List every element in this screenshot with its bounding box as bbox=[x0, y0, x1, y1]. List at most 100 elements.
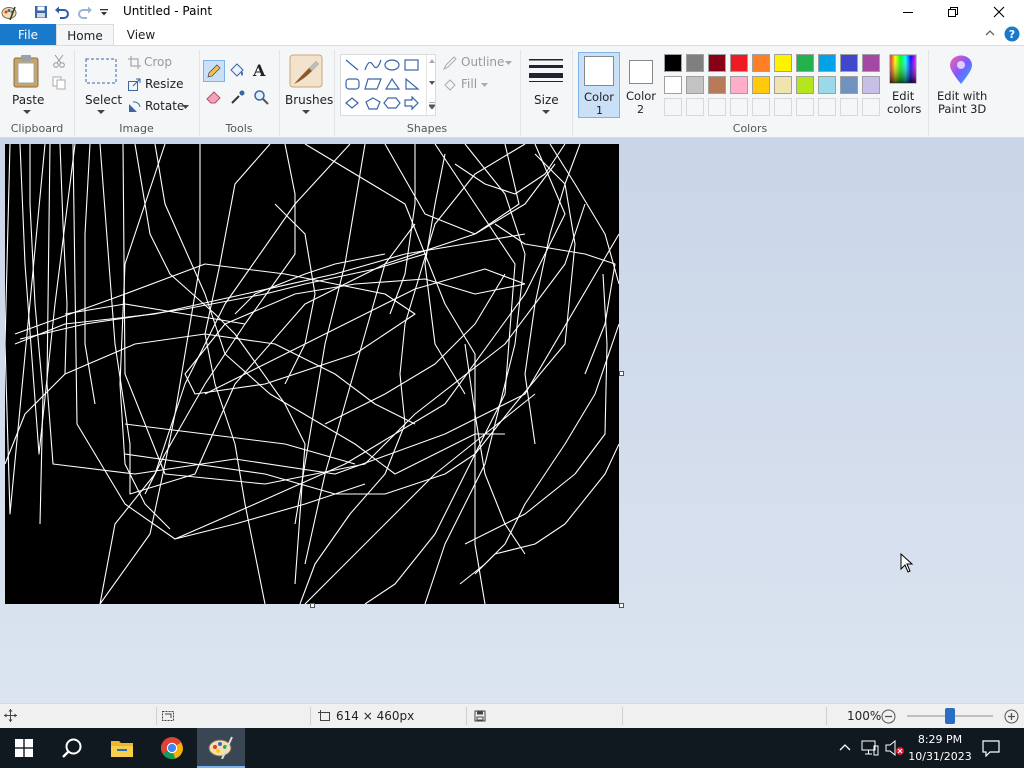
palette-swatch-empty[interactable] bbox=[752, 98, 770, 116]
palette-swatch[interactable] bbox=[796, 54, 814, 72]
drawing-canvas[interactable] bbox=[5, 144, 619, 604]
file-explorer-icon[interactable] bbox=[98, 728, 146, 768]
paste-label: Paste bbox=[12, 93, 45, 107]
palette-swatch[interactable] bbox=[774, 76, 792, 94]
palette-swatch[interactable] bbox=[862, 54, 880, 72]
show-hidden-icons-icon[interactable] bbox=[838, 741, 852, 755]
palette-swatch[interactable] bbox=[818, 76, 836, 94]
save-icon[interactable] bbox=[32, 3, 50, 21]
collapse-ribbon-icon[interactable] bbox=[984, 27, 996, 42]
palette-swatch-empty[interactable] bbox=[708, 98, 726, 116]
palette-swatch-empty[interactable] bbox=[818, 98, 836, 116]
select-button[interactable]: Select bbox=[82, 50, 123, 118]
size-button[interactable]: Size bbox=[525, 50, 567, 118]
customize-dropdown-icon[interactable] bbox=[95, 3, 113, 21]
palette-swatch[interactable] bbox=[686, 76, 704, 94]
restore-icon[interactable] bbox=[930, 0, 976, 24]
color2-button[interactable]: Color 2 bbox=[622, 52, 660, 118]
palette-swatch-empty[interactable] bbox=[796, 98, 814, 116]
resize-handle-right[interactable] bbox=[619, 371, 624, 376]
palette-swatch[interactable] bbox=[774, 54, 792, 72]
palette-swatch[interactable] bbox=[818, 54, 836, 72]
eraser-icon[interactable] bbox=[206, 90, 222, 107]
color2-swatch bbox=[629, 60, 653, 84]
search-icon[interactable] bbox=[48, 728, 96, 768]
palette-swatch-empty[interactable] bbox=[774, 98, 792, 116]
shapes-gallery[interactable] bbox=[340, 54, 436, 116]
rotate-button[interactable]: Rotate bbox=[128, 99, 190, 115]
tab-home[interactable]: Home bbox=[56, 24, 114, 46]
palette-swatch[interactable] bbox=[862, 76, 880, 94]
resize-button[interactable]: Resize bbox=[128, 77, 188, 93]
edit-with-paint3d-button[interactable]: Edit with Paint 3D bbox=[932, 50, 990, 118]
color-picker-icon[interactable] bbox=[230, 89, 246, 108]
fill-button[interactable]: Fill bbox=[443, 77, 493, 93]
paste-button[interactable]: Paste bbox=[6, 50, 48, 118]
pencil-tool[interactable] bbox=[203, 60, 225, 82]
clock-date: 10/31/2023 bbox=[908, 750, 972, 763]
ribbon-tabs: File Home View ? bbox=[0, 24, 1024, 46]
color1-button[interactable]: Color 1 bbox=[578, 52, 620, 118]
resize-handle-bottom[interactable] bbox=[310, 603, 315, 608]
selection-size-icon bbox=[161, 710, 175, 725]
palette-swatch-empty[interactable] bbox=[686, 98, 704, 116]
cut-icon[interactable] bbox=[52, 54, 66, 71]
palette-swatch[interactable] bbox=[730, 54, 748, 72]
text-tool-icon[interactable]: A bbox=[253, 61, 265, 80]
palette-swatch[interactable] bbox=[708, 76, 726, 94]
zoom-in-icon[interactable] bbox=[1004, 709, 1019, 727]
palette-swatch[interactable] bbox=[840, 76, 858, 94]
edit-colors-button[interactable]: Edit colors bbox=[884, 50, 922, 118]
palette-swatch-empty[interactable] bbox=[862, 98, 880, 116]
copy-icon[interactable] bbox=[52, 76, 66, 93]
brushes-button[interactable]: Brushes bbox=[283, 50, 333, 118]
palette-swatch[interactable] bbox=[686, 54, 704, 72]
palette-swatch-empty[interactable] bbox=[730, 98, 748, 116]
color2-label-line1: Color bbox=[626, 89, 657, 103]
palette-swatch[interactable] bbox=[752, 76, 770, 94]
resize-label: Resize bbox=[145, 77, 184, 91]
redo-icon[interactable] bbox=[76, 3, 94, 21]
resize-handle-corner[interactable] bbox=[619, 603, 624, 608]
zoom-slider-thumb[interactable] bbox=[945, 708, 955, 724]
outline-button[interactable]: Outline bbox=[443, 55, 515, 71]
color1-label-line2: 1 bbox=[596, 104, 603, 117]
palette-swatch[interactable] bbox=[796, 76, 814, 94]
chrome-icon[interactable] bbox=[148, 728, 196, 768]
palette-swatch[interactable] bbox=[752, 54, 770, 72]
color2-label-line2: 2 bbox=[637, 103, 644, 116]
palette-swatch[interactable] bbox=[664, 54, 682, 72]
magnifier-icon[interactable] bbox=[253, 89, 269, 108]
palette-swatch-empty[interactable] bbox=[840, 98, 858, 116]
notifications-icon[interactable] bbox=[982, 739, 1000, 760]
start-icon[interactable] bbox=[0, 728, 48, 768]
zoom-out-icon[interactable] bbox=[881, 709, 896, 727]
palette-swatch[interactable] bbox=[840, 54, 858, 72]
palette-swatch-empty[interactable] bbox=[664, 98, 682, 116]
color1-swatch bbox=[584, 56, 614, 86]
colors-group-label: Colors bbox=[732, 122, 768, 135]
paint-icon[interactable] bbox=[197, 728, 245, 768]
network-icon[interactable] bbox=[861, 740, 879, 759]
shapes-group-label: Shapes bbox=[406, 122, 448, 135]
crop-button[interactable]: Crop bbox=[128, 55, 188, 71]
fill-bucket-icon[interactable] bbox=[229, 62, 245, 81]
palette-swatch[interactable] bbox=[708, 54, 726, 72]
system-clock[interactable]: 8:29 PM 10/31/2023 bbox=[904, 731, 976, 765]
paint-app-icon[interactable] bbox=[0, 3, 18, 21]
palette-swatch[interactable] bbox=[664, 76, 682, 94]
paint3d-label-line1: Edit with bbox=[937, 89, 988, 103]
image-group-label: Image bbox=[119, 122, 154, 135]
select-label: Select bbox=[85, 93, 123, 107]
shapes-scroll[interactable] bbox=[426, 55, 436, 115]
tab-view[interactable]: View bbox=[116, 24, 166, 46]
tab-file[interactable]: File bbox=[0, 24, 56, 46]
edit-colors-label-line2: colors bbox=[887, 102, 922, 116]
minimize-icon[interactable] bbox=[885, 0, 931, 24]
clock-time: 8:29 PM bbox=[917, 733, 963, 746]
help-icon[interactable]: ? bbox=[1004, 26, 1020, 45]
undo-icon[interactable] bbox=[53, 3, 71, 21]
close-icon[interactable] bbox=[976, 0, 1022, 24]
palette-swatch[interactable] bbox=[730, 76, 748, 94]
volume-muted-icon[interactable] bbox=[885, 739, 905, 759]
